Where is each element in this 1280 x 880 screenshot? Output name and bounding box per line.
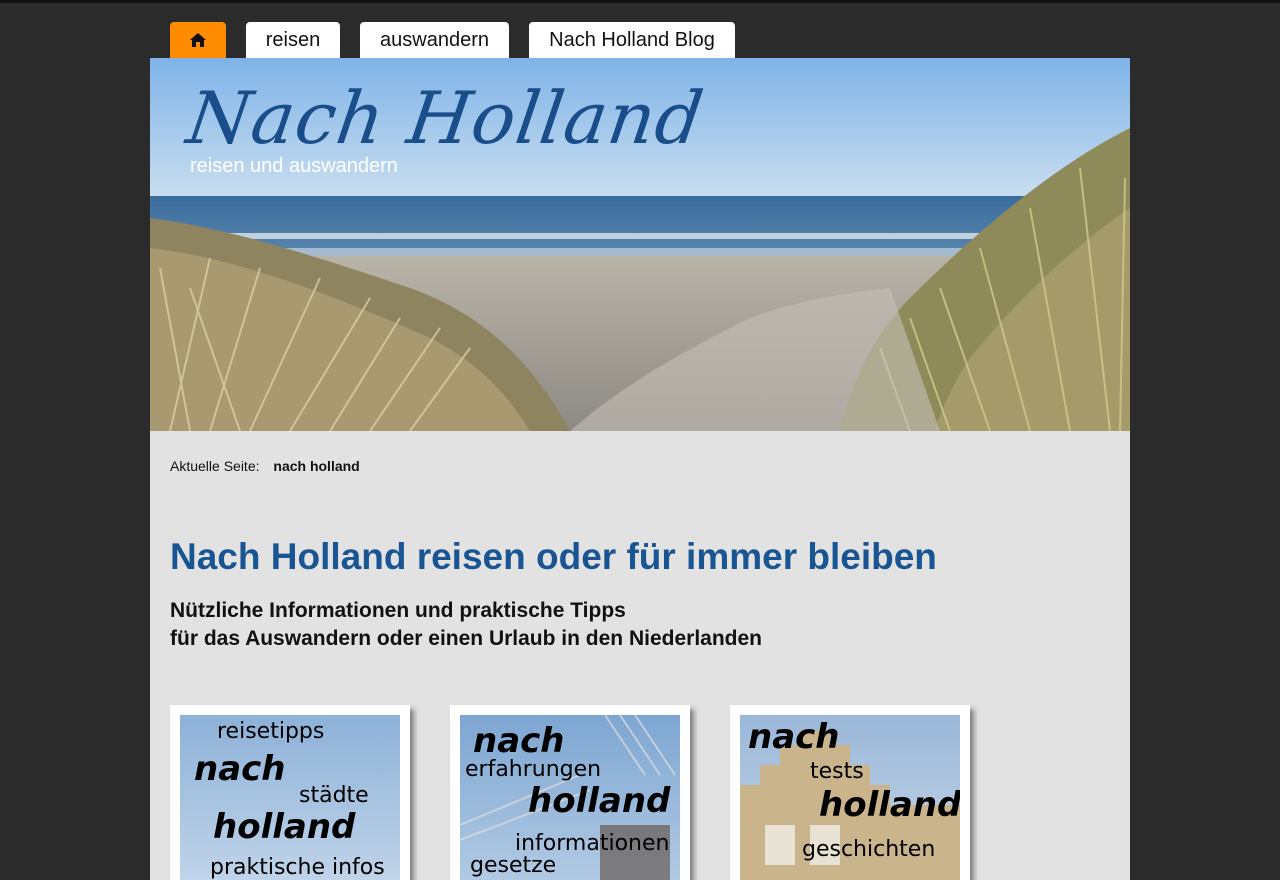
card-auswandern[interactable]: nach erfahrungen holland informationen g… [450,705,690,880]
tab-blog[interactable]: Nach Holland Blog [529,22,735,58]
card-word: tests [810,759,864,784]
logo-title: Nach Holland [182,76,709,160]
subtitle-line-1: Nützliche Informationen und praktische T… [170,599,626,622]
card-image-auswandern[interactable]: nach erfahrungen holland informationen g… [460,715,680,880]
card-word: städte [299,783,369,808]
card-image-reisen[interactable]: reisetipps nach städte holland praktisch… [180,715,400,880]
card-reisen[interactable]: reisetipps nach städte holland praktisch… [170,705,410,880]
page-title: Nach Holland reisen oder für immer bleib… [170,536,937,577]
card-word: praktische infos [210,855,385,880]
home-icon [190,33,206,47]
breadcrumb-prefix: Aktuelle Seite: [170,458,260,474]
top-border [0,0,1280,3]
tab-auswandern[interactable]: auswandern [360,22,509,58]
card-word: holland [819,785,960,825]
subtitle-line-2: für das Auswandern oder einen Urlaub in … [170,627,762,650]
card-blog[interactable]: nach tests holland geschichten [730,705,970,880]
logo-subtitle: reisen und auswandern [190,155,398,177]
tab-reisen[interactable]: reisen [246,22,340,58]
card-word: holland [213,807,356,847]
breadcrumb: Aktuelle Seite: nach holland [170,458,360,474]
card-word: nach [748,717,840,757]
card-word: erfahrungen [465,757,602,782]
card-image-blog[interactable]: nach tests holland geschichten [740,715,960,880]
page-subtitle: Nützliche Informationen und praktische T… [170,597,762,653]
card-word: gesetze [470,853,557,878]
home-tab[interactable] [170,22,226,58]
card-word: geschichten [802,837,936,862]
page-content: Nach Holland reisen und auswandern Aktue… [150,58,1130,880]
card-word: nach [473,721,565,761]
card-word: holland [528,781,671,821]
breadcrumb-current: nach holland [273,458,360,474]
card-word: reisetipps [217,719,325,744]
header-banner: Nach Holland reisen und auswandern [150,58,1130,431]
card-word: nach [194,749,286,789]
